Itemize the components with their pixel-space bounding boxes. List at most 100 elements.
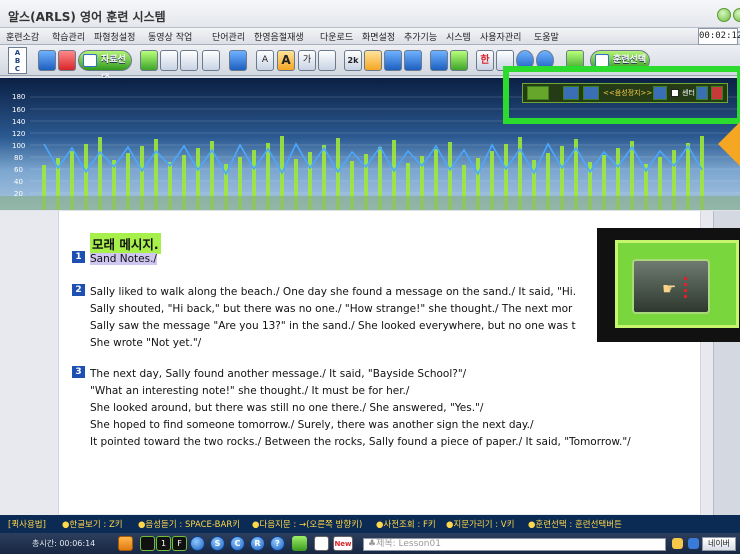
nav-arrows-icon[interactable]: [430, 50, 448, 71]
calculator-icon[interactable]: [318, 50, 336, 71]
abc-level-icon[interactable]: A B C: [8, 47, 27, 74]
menu-item[interactable]: 추가기능: [404, 30, 437, 43]
edit-icon[interactable]: [190, 536, 205, 551]
paragraph-line[interactable]: The next day, Sally found another messag…: [90, 368, 466, 380]
r-button[interactable]: R: [250, 536, 265, 551]
skip-icon[interactable]: [202, 50, 220, 71]
hand-pointer-button[interactable]: [527, 86, 549, 100]
two-k-label: 2k: [347, 56, 359, 65]
menu-item[interactable]: 한영음절재생: [254, 30, 304, 43]
picture-icon[interactable]: [404, 50, 422, 71]
hand-pointer-zoomed-button[interactable]: ☛: [632, 259, 710, 314]
paragraph-line[interactable]: It pointed toward the two rocks./ Betwee…: [90, 436, 631, 448]
mode-1-button[interactable]: 1: [156, 536, 171, 551]
help-icon[interactable]: [38, 50, 56, 71]
mode-f-button[interactable]: F: [172, 536, 187, 551]
search-icon[interactable]: [672, 538, 683, 549]
font-large-button[interactable]: A: [277, 50, 295, 71]
grid-icon[interactable]: [450, 50, 468, 71]
menu-item[interactable]: 학습관리: [52, 30, 85, 43]
menu-item[interactable]: 시스템: [446, 30, 471, 43]
graph-baseline: [0, 196, 740, 210]
menu-bar: 훈련소감 학습관리 파형청설정 동영상 작업 단어관리 한영음절재생 다운로드 …: [0, 28, 740, 45]
power-icon[interactable]: [118, 536, 133, 551]
hint-text: ●한글보기 : Z키: [62, 520, 123, 530]
close-button[interactable]: [733, 8, 740, 22]
quick-help-bar: [퀵사용법] ●한글보기 : Z키 ●음성듣기 : SPACE-BAR키 ●다음…: [0, 515, 740, 533]
center-checkbox[interactable]: [671, 89, 679, 97]
paragraph-line[interactable]: She wrote "Not yet."/: [90, 337, 201, 349]
c-button[interactable]: C: [230, 536, 245, 551]
y-tick: 120: [12, 130, 26, 138]
book-icon[interactable]: [364, 50, 382, 71]
cursor-marker-icon: [684, 277, 687, 299]
paragraph-number: 1: [72, 251, 85, 263]
y-tick: 40: [14, 178, 23, 186]
center-checkbox-label: 센터: [682, 89, 695, 97]
stop-button[interactable]: [583, 86, 599, 100]
y-tick: 60: [14, 166, 23, 174]
paragraph-line[interactable]: Sally liked to walk along the beach./ On…: [90, 286, 576, 298]
paragraph-line[interactable]: Sand Notes./: [90, 253, 157, 265]
paragraph-line[interactable]: She hoped to find someone tomorrow./ Sur…: [90, 419, 534, 431]
pause-icon[interactable]: [140, 50, 158, 71]
korean-font-button[interactable]: 가: [298, 50, 316, 71]
help-button[interactable]: ?: [270, 536, 285, 551]
hint-text: ●음성듣기 : SPACE-BAR키: [138, 520, 241, 530]
signal-icon[interactable]: [292, 536, 307, 551]
paragraph-number: 3: [72, 366, 85, 378]
y-tick: 100: [12, 142, 26, 150]
back-arrow-button[interactable]: [563, 86, 579, 100]
close-icon[interactable]: [711, 86, 723, 100]
menu-item[interactable]: 훈련소감: [6, 30, 39, 43]
forward-arrow-button[interactable]: [653, 86, 667, 100]
title-bar: 알스(ARLS) 영어 훈련 시스템: [0, 0, 740, 28]
menu-item[interactable]: 도움말: [534, 30, 559, 43]
minimize-button[interactable]: [717, 8, 731, 22]
y-tick: 140: [12, 118, 26, 126]
menu-item[interactable]: 파형청설정: [94, 30, 135, 43]
image-icon[interactable]: [384, 50, 402, 71]
save-icon[interactable]: [696, 86, 708, 100]
bookmark-icon[interactable]: [58, 50, 76, 71]
menu-item[interactable]: 사용자관리: [480, 30, 521, 43]
window-icon[interactable]: [229, 50, 247, 71]
paragraph-line[interactable]: Sally shouted, "Hi back," but there was …: [90, 303, 572, 315]
paragraph-line[interactable]: "What an interesting note!" she thought.…: [90, 385, 409, 397]
y-tick: 80: [14, 154, 23, 162]
material-select-button[interactable]: 자료선택: [78, 50, 132, 84]
training-select-label: 훈련선택: [613, 55, 647, 65]
paragraph-line[interactable]: Sally saw the message "Are you 13?" in t…: [90, 320, 576, 332]
menu-item[interactable]: 다운로드: [320, 30, 353, 43]
help-label: ?: [275, 539, 280, 548]
pencil-icon[interactable]: [160, 50, 178, 71]
menu-item[interactable]: 단어관리: [212, 30, 245, 43]
font-large-label: A: [281, 53, 291, 67]
mode-1-label: 1: [160, 539, 167, 548]
naver-icon[interactable]: [688, 538, 699, 549]
record-icon[interactable]: [140, 536, 155, 551]
abc-letter: C: [14, 65, 21, 73]
play-icon[interactable]: [314, 536, 329, 551]
zoom-callout-frame: ☛: [615, 240, 739, 328]
font-small-button[interactable]: A: [256, 50, 274, 71]
y-tick: 180: [12, 93, 26, 101]
s-button[interactable]: S: [210, 536, 225, 551]
y-tick: 160: [12, 106, 26, 114]
two-k-button[interactable]: 2k: [344, 50, 362, 71]
menu-item[interactable]: 동영상 작업: [148, 30, 192, 43]
hint-text: [퀵사용법]: [8, 520, 46, 530]
new-badge[interactable]: New: [333, 536, 353, 551]
callout-arrow: [718, 122, 740, 166]
naver-button[interactable]: 네이버: [702, 537, 736, 551]
status-bar: 총시간: 00:06:14 1 F S C R ? New ♣제목: Lesso…: [0, 533, 740, 554]
lesson-title-field[interactable]: ♣제목: Lesson01: [363, 538, 666, 551]
r-label: R: [254, 539, 261, 548]
menu-item[interactable]: 화면설정: [362, 30, 395, 43]
paragraph-line[interactable]: She looked around, but there was still n…: [90, 402, 483, 414]
zoom-callout: ☛: [597, 228, 740, 342]
abc-letter: B: [14, 57, 21, 65]
list-icon[interactable]: [180, 50, 198, 71]
document-icon: [83, 54, 97, 67]
hangul-button[interactable]: 한: [476, 50, 494, 71]
